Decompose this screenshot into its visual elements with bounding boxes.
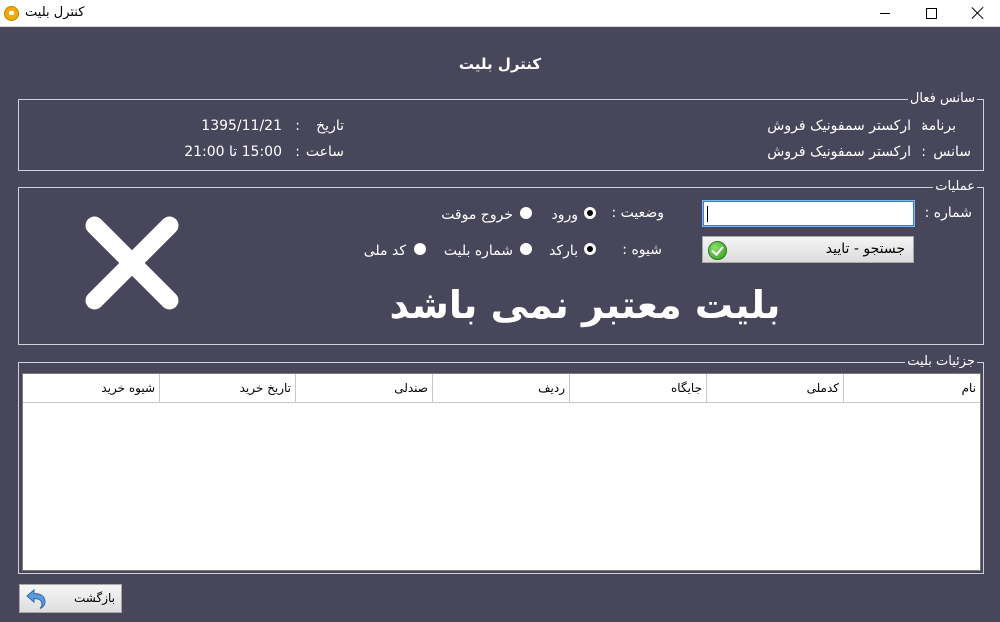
app-window: کنترل بلیت کنترل بلیت سانس فعال برنامه :…: [0, 0, 1000, 622]
program-label: برنامه: [921, 118, 956, 134]
ticket-details-legend: جزئیات بلیت: [905, 354, 977, 370]
close-icon: [971, 6, 985, 20]
window-title: کنترل بلیت: [25, 5, 85, 20]
minimize-button[interactable]: [862, 0, 908, 26]
method-radio-barcode[interactable]: [584, 243, 596, 255]
check-icon: [708, 241, 727, 260]
column-header-purchase-method[interactable]: شیوه خرید: [23, 374, 159, 402]
ticket-number-input[interactable]: [702, 200, 915, 227]
table-header: نام کدملی جایگاه ردیف صندلی تاریخ خرید ش…: [23, 374, 980, 403]
minimize-icon: [880, 13, 890, 14]
app-ticket-icon: [4, 6, 19, 21]
column-header-seat[interactable]: صندلی: [295, 374, 432, 402]
status-option-enter[interactable]: ورود: [551, 206, 578, 224]
search-confirm-button[interactable]: جستجو - تایید: [702, 236, 914, 263]
maximize-icon: [926, 8, 937, 19]
session-value: ارکستر سمفونیک فروش: [767, 144, 911, 160]
status-radio-enter[interactable]: [584, 207, 596, 219]
back-button[interactable]: بازگشت: [19, 584, 122, 613]
method-option-barcode[interactable]: بارکد: [549, 242, 578, 260]
column-header-row[interactable]: ردیف: [432, 374, 569, 402]
close-button[interactable]: [954, 0, 1000, 26]
date-label: تاریخ: [316, 118, 344, 134]
page-title: کنترل بلیت: [458, 55, 542, 73]
method-radio-national-code[interactable]: [414, 243, 426, 255]
time-colon: :: [295, 144, 300, 160]
column-header-name[interactable]: نام: [843, 374, 980, 402]
column-header-national-code[interactable]: کدملی: [706, 374, 843, 402]
method-radio-ticket-number[interactable]: [520, 243, 532, 255]
invalid-x-icon: [82, 213, 182, 313]
session-colon: :: [921, 144, 926, 160]
maximize-button[interactable]: [908, 0, 954, 26]
result-message: بلیت معتبر نمی باشد: [389, 283, 781, 327]
search-confirm-label: جستجو - تایید: [825, 241, 905, 257]
title-bar: کنترل بلیت: [0, 0, 1000, 27]
method-option-national-code[interactable]: کد ملی: [364, 242, 406, 260]
active-session-legend: سانس فعال: [907, 91, 977, 107]
back-button-label: بازگشت: [74, 591, 115, 605]
method-option-ticket-number[interactable]: شماره بلیت: [444, 242, 513, 260]
status-option-temp-exit[interactable]: خروج موقت: [441, 206, 513, 224]
session-label: سانس: [933, 144, 971, 160]
back-arrow-icon: [26, 588, 46, 609]
column-header-purchase-date[interactable]: تاریخ خرید: [159, 374, 295, 402]
method-label: شیوه :: [622, 242, 662, 258]
program-colon: :: [921, 118, 926, 134]
time-value: 15:00 تا 21:00: [184, 144, 282, 160]
date-colon: :: [295, 118, 300, 134]
operations-legend: عملیات: [933, 179, 977, 195]
date-value: 1395/11/21: [201, 118, 282, 134]
status-radio-temp-exit[interactable]: [520, 207, 532, 219]
time-label: ساعت: [305, 144, 344, 160]
program-value: ارکستر سمفونیک فروش: [767, 118, 911, 134]
ticket-details-table[interactable]: نام کدملی جایگاه ردیف صندلی تاریخ خرید ش…: [22, 373, 981, 571]
text-caret: [707, 206, 708, 222]
status-label: وضعیت :: [611, 205, 664, 221]
number-label: شماره :: [924, 205, 972, 221]
column-header-seat-area[interactable]: جایگاه: [569, 374, 706, 402]
